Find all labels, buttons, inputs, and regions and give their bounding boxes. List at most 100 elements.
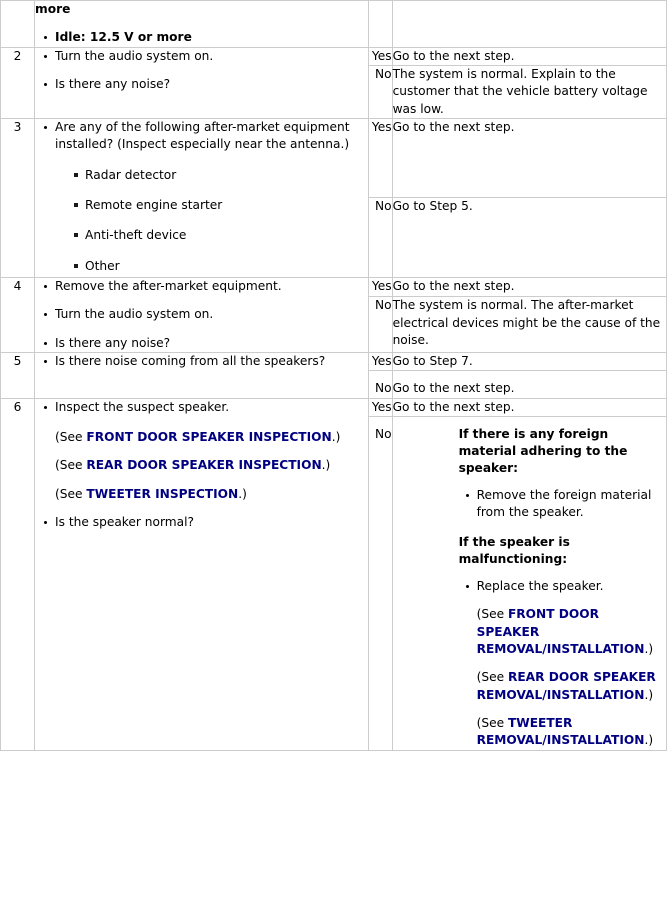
result-text: Go to Step 7. [392,353,473,368]
result-bullet-text: Replace the speaker. [476,578,604,593]
inspection-text: Is there noise coming from all the speak… [55,353,326,368]
action-cell: Yes [367,46,393,66]
inspection-cell: Turn the audio system on. Is there any n… [34,46,369,119]
sub-item-text: Anti-theft device [85,228,187,243]
result-text: Go to the next step. [392,48,515,63]
see-reference[interactable]: (See FRONT DOOR SPEAKER REMOVAL/INSTALLA… [459,606,658,658]
action-cell: No [367,197,393,278]
result-text: Go to Step 5. [392,199,473,214]
inspection-bullet-list: Are any of the following after-market eq… [35,119,368,275]
result-cell: Go to the next step. [391,397,667,417]
table-row: more Idle: 12.5 V or more [0,0,667,48]
inspection-bullet-list: Turn the audio system on. Is there any n… [35,48,368,94]
see-prefix: (See [476,715,508,730]
list-item: Is the speaker normal? [44,514,368,531]
sub-item-text: Remote engine starter [85,197,223,212]
see-link[interactable]: REAR DOOR SPEAKER INSPECTION [86,458,321,472]
step-number-cell: 3 [0,117,36,278]
inspection-text: Inspect the suspect speaker. [55,399,230,414]
result-text: Go to the next step. [392,381,515,396]
result-cell: Go to the next step. [391,117,667,199]
action-cell: No [367,64,393,119]
result-cell: The system is normal. The after-market e… [391,296,667,353]
see-prefix: (See [476,670,508,685]
inspection-text: Is there any noise? [55,335,171,350]
list-item: Turn the audio system on. [44,48,368,65]
action-answer: Yes [371,48,392,63]
see-suffix: .) [238,486,247,501]
see-link[interactable]: TWEETER INSPECTION [86,487,238,501]
list-item: Remove the foreign material from the spe… [465,487,658,522]
action-answer: Yes [371,353,392,368]
result-cell: Go to Step 7. [391,351,667,372]
step-number-cell: 5 [0,351,36,399]
continued-list: more [35,1,368,18]
inspection-cell: Inspect the suspect speaker. (See FRONT … [34,397,369,751]
inspection-bullet-list: Remove the after-market equipment. Turn … [35,278,368,352]
action-cell: No [367,370,393,399]
action-cell: No [367,415,393,751]
action-answer: No [375,426,392,441]
inspection-text: Turn the audio system on. [55,307,214,322]
see-reference[interactable]: (See TWEETER INSPECTION.) [55,486,368,503]
action-answer: No [375,66,392,81]
see-prefix: (See [55,429,87,444]
step-number-cell [0,0,36,48]
list-item: Radar detector [74,167,368,184]
action-answer: Yes [371,278,392,293]
action-answer: No [375,199,392,214]
result-cell: Go to the next step. [391,370,667,399]
inspection-text: Turn the audio system on. [55,48,214,63]
inspection-cell: Remove the after-market equipment. Turn … [34,276,369,353]
see-suffix: .) [644,641,654,656]
result-cell [391,0,667,48]
result-cell: The system is normal. Explain to the cus… [391,64,667,119]
see-prefix: (See [476,607,508,622]
see-reference[interactable]: (See REAR DOOR SPEAKER REMOVAL/INSTALLAT… [459,669,658,704]
list-item: Remote engine starter [74,197,368,214]
inspection-bullet-list: Is there noise coming from all the speak… [35,353,368,370]
see-suffix: .) [644,733,654,748]
step-number: 2 [13,48,22,63]
result-text: Go to the next step. [392,399,515,414]
step-number-cell: 2 [0,46,36,119]
sub-item-text: Radar detector [85,167,177,182]
inspection-bullet-list: Idle: 12.5 V or more [35,29,368,46]
step-number-cell: 6 [0,397,36,751]
result-cell: Go to the next step. [391,46,667,66]
table-row: 2 Turn the audio system on. Is there any… [0,46,667,119]
inspection-cell: Is there noise coming from all the speak… [34,351,369,399]
sub-item-text: Other [85,258,120,273]
result-text: Go to the next step. [392,278,515,293]
result-heading-malfunction: If the speaker is malfunctioning: [458,534,570,566]
see-suffix: .) [331,429,341,444]
list-item: Inspect the suspect speaker. (See FRONT … [44,399,368,503]
result-heading-foreign-material: If there is any foreign material adherin… [458,426,628,476]
see-link[interactable]: FRONT DOOR SPEAKER INSPECTION [86,430,331,444]
inspection-bullet-list: Inspect the suspect speaker. (See FRONT … [35,399,368,532]
list-item: more [35,1,368,18]
action-cell: Yes [367,276,393,298]
step-number: 6 [13,399,22,414]
see-reference[interactable]: (See TWEETER REMOVAL/INSTALLATION.) [459,715,658,750]
inspection-sub-list: Radar detector Remote engine starter Ant… [55,167,368,275]
list-item: Other [74,258,368,275]
result-text: The system is normal. The after-market e… [392,298,661,347]
result-cell: Go to the next step. [391,276,667,298]
table-row: 3 Are any of the following after-market … [0,117,667,278]
troubleshooting-table-page: more Idle: 12.5 V or more 2 Turn the aud… [0,0,667,923]
action-cell: No [367,296,393,353]
result-cell: If there is any foreign material adherin… [391,415,667,751]
see-reference[interactable]: (See FRONT DOOR SPEAKER INSPECTION.) [55,429,368,446]
result-cell: Go to Step 5. [391,197,667,278]
list-item: Is there any noise? [44,335,368,352]
result-bullet-list: Remove the foreign material from the spe… [459,487,658,522]
action-cell: Yes [367,397,393,417]
see-reference[interactable]: (See REAR DOOR SPEAKER INSPECTION.) [55,457,368,474]
action-answer: Yes [371,399,392,414]
inspection-text: Is there any noise? [55,76,171,91]
list-item: Remove the after-market equipment. [44,278,368,295]
diagnostic-table: more Idle: 12.5 V or more 2 Turn the aud… [0,0,667,751]
inspection-text: Is the speaker normal? [55,514,194,529]
inspection-cell: Are any of the following after-market eq… [34,117,369,278]
